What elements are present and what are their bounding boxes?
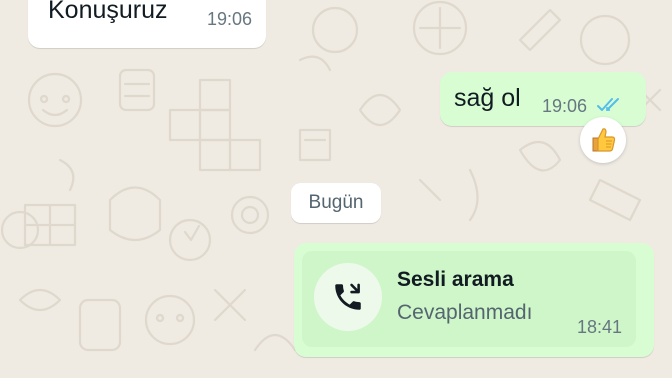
call-message[interactable]: Sesli arama Cevaplanmadı 18:41 bbox=[294, 243, 654, 357]
incoming-message[interactable]: Konuşuruz 19:06 bbox=[28, 0, 266, 48]
call-time: 18:41 bbox=[576, 317, 622, 337]
phone-missed-call-icon bbox=[335, 283, 361, 310]
message-time: 19:06 bbox=[542, 96, 588, 116]
call-card[interactable]: Sesli arama Cevaplanmadı 18:41 bbox=[302, 251, 636, 347]
message-reaction[interactable] bbox=[580, 117, 626, 163]
date-separator: Bugün bbox=[291, 183, 381, 223]
call-status: Cevaplanmadı bbox=[397, 301, 533, 324]
date-label: Bugün bbox=[308, 192, 364, 213]
message-time: 19:06 bbox=[206, 9, 252, 29]
call-icon-badge bbox=[314, 263, 382, 331]
message-text: sağ ol bbox=[454, 84, 521, 112]
call-title: Sesli arama bbox=[397, 268, 514, 291]
outgoing-message[interactable]: sağ ol 19:06 bbox=[440, 72, 646, 126]
thumbs-up-icon bbox=[592, 128, 616, 152]
read-double-check-icon bbox=[597, 98, 619, 111]
message-text: Konuşuruz bbox=[48, 0, 168, 24]
